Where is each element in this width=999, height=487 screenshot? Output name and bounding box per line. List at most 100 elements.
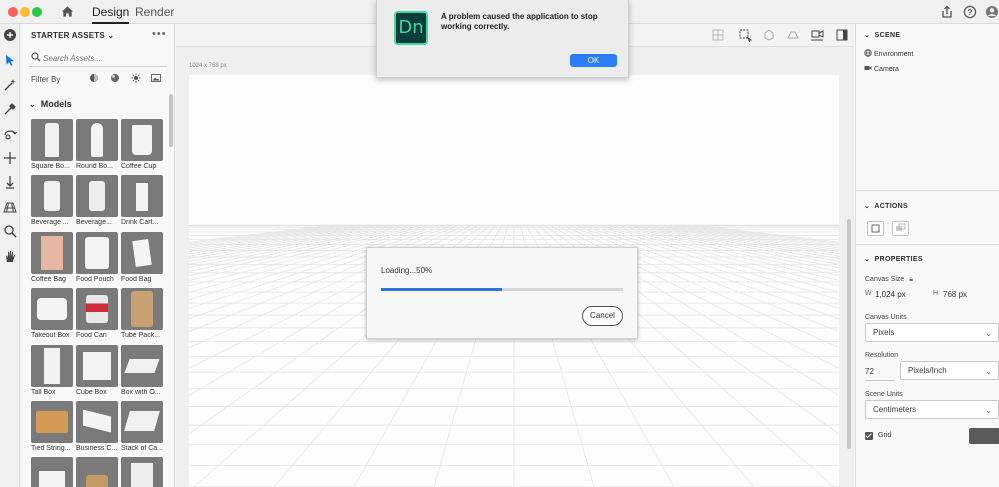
loading-dialog: Loading...50% Cancel	[366, 247, 638, 339]
progress-fill	[381, 288, 502, 291]
pan-move-icon[interactable]	[3, 151, 17, 165]
dolly-icon[interactable]	[3, 175, 17, 189]
asset-box-with-opening[interactable]: Box with O...	[121, 345, 163, 396]
canvas-scrollbar[interactable]	[847, 219, 851, 449]
magic-icon	[896, 223, 906, 231]
perspective-icon[interactable]	[3, 200, 17, 214]
eyedropper-icon[interactable]	[3, 102, 17, 116]
width-label: W	[865, 290, 872, 297]
asset-drink-carton[interactable]: Drink Cart...	[121, 175, 163, 226]
coffee-cup-thumbnail	[121, 119, 163, 161]
asset-business-card[interactable]: Business C...	[76, 401, 118, 452]
asset-cube-box[interactable]: Cube Box	[76, 345, 118, 396]
add-icon[interactable]	[3, 28, 17, 42]
asset-coffee-bag[interactable]: Coffee Bag	[31, 232, 73, 283]
minimize-window-button[interactable]	[20, 7, 30, 17]
asset-round-bottle[interactable]: Round Bo...	[76, 119, 118, 170]
square-bottle-thumbnail	[31, 119, 73, 161]
filter-models-icon[interactable]	[89, 73, 99, 83]
help-icon[interactable]: ?	[963, 5, 977, 19]
models-section-header[interactable]: ⌄ Models	[29, 99, 72, 109]
food-bag-thumbnail	[121, 232, 163, 274]
actions-section-header[interactable]: ⌄ ACTIONS	[864, 202, 908, 210]
chevron-down-icon: ⌄	[29, 100, 36, 109]
starter-assets-panel: STARTER ASSETS ⌄ ••• Filter By ⌄ Models …	[21, 24, 175, 487]
lock-icon[interactable]: 🔒︎	[909, 276, 913, 283]
scene-units-label: Scene Units	[865, 391, 903, 398]
share-icon[interactable]	[940, 5, 954, 19]
scene-item-environment[interactable]: Environment	[864, 49, 913, 58]
coffee-bag-thumbnail	[31, 232, 73, 274]
frame-icon	[871, 224, 880, 233]
asset-takeout-box[interactable]: Takeout Box	[31, 288, 73, 339]
close-window-button[interactable]	[8, 7, 18, 17]
width-value[interactable]: 1,024 px	[875, 290, 906, 299]
grid-label: Grid	[878, 432, 892, 439]
scene-section-header[interactable]: ⌄ SCENE	[864, 31, 900, 39]
grid-color-swatch[interactable]	[969, 428, 999, 444]
orbit-icon[interactable]	[3, 127, 17, 141]
asset-square-bottle[interactable]: Square Bo...	[31, 119, 73, 170]
cancel-button[interactable]: Cancel	[582, 306, 623, 326]
canvas-size-label: 1024 x 768 px	[189, 63, 227, 69]
asset-coffee-cup[interactable]: Coffee Cup	[121, 119, 163, 170]
filter-materials-icon[interactable]	[110, 73, 120, 83]
resolution-input[interactable]: 72	[865, 362, 895, 381]
dimension-app-logo: Dn	[394, 11, 428, 45]
asset-food-pouch[interactable]: Food Pouch	[76, 232, 118, 283]
assets-header[interactable]: STARTER ASSETS ⌄	[31, 31, 114, 40]
select-tool-icon[interactable]	[3, 53, 17, 67]
hand-icon[interactable]	[3, 249, 17, 263]
more-options-icon[interactable]: •••	[152, 28, 167, 40]
tab-design[interactable]: Design	[92, 0, 130, 24]
user-icon[interactable]	[985, 5, 999, 19]
filter-images-icon[interactable]	[151, 73, 161, 83]
zoom-window-button[interactable]	[32, 7, 42, 17]
asset-stack-of-cards[interactable]: Stack of Ca...	[121, 401, 163, 452]
asset-food-bag[interactable]: Food Bag	[121, 232, 163, 283]
grid-checkbox[interactable]	[865, 432, 873, 440]
height-label: H	[933, 290, 939, 297]
assets-scrollbar[interactable]	[169, 94, 173, 147]
box-with-opening-thumbnail	[121, 345, 163, 387]
scene-units-select[interactable]: Centimeters ⌄	[865, 400, 999, 419]
rotate-gizmo-icon[interactable]	[762, 28, 776, 42]
tab-render[interactable]: Render	[135, 0, 174, 24]
fit-to-canvas-button[interactable]	[867, 221, 884, 236]
resolution-unit-select[interactable]: Pixels/Inch ⌄	[900, 361, 999, 380]
ok-button[interactable]: OK	[570, 54, 617, 67]
asset-partial-3[interactable]	[121, 457, 163, 487]
business-card-thumbnail	[76, 401, 118, 443]
height-value[interactable]: 768 px	[943, 290, 967, 299]
search-input[interactable]	[43, 51, 163, 65]
asset-partial-1[interactable]	[31, 457, 73, 487]
asset-beverage-can-1[interactable]: Beverage ...	[31, 175, 73, 226]
canvas-units-select[interactable]: Pixels ⌄	[865, 323, 999, 342]
asset-tied-string-box[interactable]: Tied String...	[31, 401, 73, 452]
chevron-down-icon: ⌄	[107, 31, 115, 40]
filter-by-label: Filter By	[31, 75, 61, 84]
asset-partial-2[interactable]	[76, 457, 118, 487]
search-icon	[31, 52, 41, 62]
takeout-box-thumbnail	[31, 288, 73, 330]
magic-wand-icon[interactable]	[3, 78, 17, 92]
home-icon[interactable]	[61, 5, 74, 18]
camera-bookmark-icon[interactable]	[786, 28, 800, 42]
filter-lights-icon[interactable]	[131, 73, 141, 83]
asset-beverage-can-2[interactable]: Beverage...	[76, 175, 118, 226]
select-frame-icon[interactable]	[738, 28, 752, 42]
zoom-icon[interactable]	[3, 224, 17, 238]
asset-tall-box[interactable]: Tall Box	[31, 345, 73, 396]
stack-of-cards-thumbnail	[121, 401, 163, 443]
beverage-can-thumbnail	[31, 175, 73, 217]
asset-food-can[interactable]: Food Can	[76, 288, 118, 339]
toggle-panels-icon[interactable]	[835, 28, 849, 42]
asset-tube-package[interactable]: Tube Pack...	[121, 288, 163, 339]
properties-section-header[interactable]: ⌄ PROPERTIES	[864, 255, 923, 263]
right-properties-panel: ⌄ SCENE Environment Camera ⌄ ACTIONS ⌄ P…	[855, 24, 999, 487]
grid-view-icon[interactable]	[711, 28, 725, 42]
drop-to-ground-icon[interactable]	[810, 28, 824, 42]
match-image-button[interactable]	[892, 221, 909, 236]
scene-item-camera[interactable]: Camera	[864, 64, 899, 73]
alert-message: A problem caused the application to stop…	[441, 12, 598, 31]
